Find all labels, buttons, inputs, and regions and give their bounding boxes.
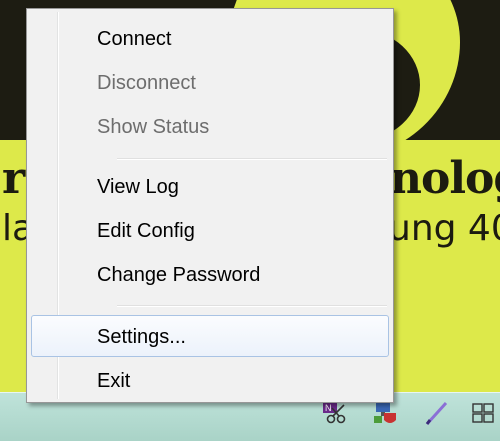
menu-item-label: Disconnect [97,72,196,94]
menu-item-label: Exit [97,370,131,392]
menu-item-label: Connect [97,28,172,50]
wallpaper-text: r [2,153,25,204]
menu-item-edit-config[interactable]: Edit Config [31,213,389,247]
menu-item-label: View Log [97,176,179,198]
wallpaper-text: ung 40 [388,208,500,249]
menu-item-view-log[interactable]: View Log [31,169,389,203]
network-shield-icon[interactable] [372,400,398,426]
menu-item-change-password[interactable]: Change Password [31,257,389,291]
menu-item-label: Edit Config [97,220,195,242]
menu-separator [117,158,387,160]
menu-item-connect[interactable]: Connect [31,21,389,55]
menu-item-label: Settings... [97,326,186,348]
onenote-clip-icon[interactable]: N [322,400,348,426]
pen-icon[interactable] [424,400,450,426]
menu-item-label: Change Password [97,264,261,286]
menu-item-show-status[interactable]: Show Status [31,109,389,143]
windows-flag-icon[interactable] [470,400,496,426]
menu-item-settings[interactable]: Settings... [31,315,389,357]
menu-item-disconnect[interactable]: Disconnect [31,65,389,99]
svg-text:N: N [325,403,332,413]
wallpaper-text: nologi [390,153,500,204]
menu-item-exit[interactable]: Exit [31,363,389,397]
menu-item-label: Show Status [97,116,210,138]
menu-separator [117,305,387,307]
tray-context-menu: Connect Disconnect Show Status View Log … [26,8,394,403]
